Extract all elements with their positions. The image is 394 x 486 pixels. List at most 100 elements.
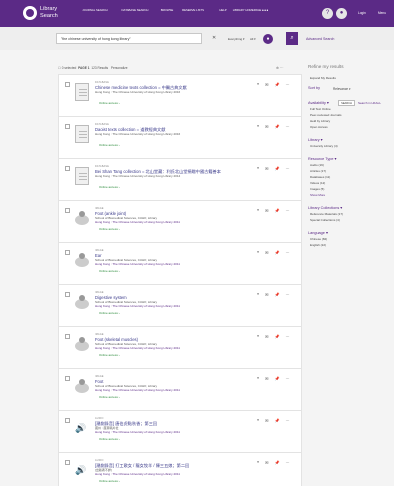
user-icon[interactable]: ● (336, 8, 347, 19)
result-card[interactable]: DATABASE Chinese medicine texts collectio… (58, 74, 302, 118)
result-checkbox[interactable] (65, 250, 70, 255)
facet-item[interactable]: Reference Materials (17) (310, 212, 343, 216)
facet-heading[interactable]: Availability ▾ (308, 100, 329, 105)
online-access-link[interactable]: Online access › (99, 185, 120, 189)
result-publisher[interactable]: Hong Kong : The Chinese University of Ho… (95, 430, 180, 434)
result-title[interactable]: Foot (ankle joint) (95, 211, 126, 216)
result-publisher[interactable]: Hong Kong : The Chinese University of Ho… (95, 346, 180, 350)
pin-icon[interactable]: 📌 (275, 208, 280, 213)
cite-icon[interactable]: ❝ (257, 124, 259, 129)
advanced-search-link[interactable]: Advanced Search (306, 37, 334, 41)
facet-heading[interactable]: Language ▾ (308, 230, 328, 235)
online-access-link[interactable]: Online access › (99, 269, 120, 273)
more-actions-icon[interactable]: ⋯ (286, 418, 290, 423)
select-all-checkbox[interactable]: ☐ (58, 66, 61, 70)
pin-icon[interactable]: 📌 (275, 124, 280, 129)
result-checkbox[interactable] (65, 334, 70, 339)
more-actions-icon[interactable]: ⋯ (286, 208, 290, 213)
result-card[interactable]: IMAGE Foot (ankle joint) School of Biomedi… (58, 200, 302, 244)
more-actions-icon[interactable]: ⋯ (286, 250, 290, 255)
result-card[interactable]: 🔊 AUDIO [潮劇錄音] 唐伯虎點秋香；第三回 廣州 : 廣東唱片社 Hong Ko… (58, 410, 302, 454)
facet-item[interactable]: Special Collections (4) (310, 218, 340, 222)
facet-item[interactable]: Articles (17) (310, 169, 326, 173)
personalize-toggle[interactable]: Personalize (111, 66, 128, 70)
more-actions-icon[interactable]: ⋯ (286, 124, 290, 129)
more-actions-icon[interactable]: ⋯ (286, 166, 290, 171)
result-card[interactable]: IMAGE Foot School of Biomedical Sciences, … (58, 368, 302, 412)
result-checkbox[interactable] (65, 292, 70, 297)
more-actions-icon[interactable]: ⋯ (286, 334, 290, 339)
pin-icon[interactable]: 📌 (275, 418, 280, 423)
online-access-link[interactable]: Online access › (99, 227, 120, 231)
pin-icon[interactable]: 📌 (275, 292, 280, 297)
facet-item[interactable]: Held by Library (310, 119, 330, 123)
email-icon[interactable]: ✉ (265, 82, 268, 87)
pin-icon[interactable]: 📌 (275, 376, 280, 381)
result-checkbox[interactable] (65, 166, 70, 171)
online-access-link[interactable]: Online access › (99, 143, 120, 147)
result-checkbox[interactable] (65, 124, 70, 129)
result-publisher[interactable]: Hong Kong : The Chinese University of Ho… (95, 472, 180, 476)
result-checkbox[interactable] (65, 418, 70, 423)
cuhk-logo-icon[interactable] (23, 6, 37, 20)
nav-library-homepage[interactable]: LIBRARY HOMEPAGE (232, 8, 262, 12)
cite-icon[interactable]: ❝ (257, 292, 259, 297)
microphone-icon[interactable]: ● (263, 34, 273, 44)
cite-icon[interactable]: ❝ (257, 82, 259, 87)
online-access-link[interactable]: Online access › (99, 353, 120, 357)
facet-item[interactable]: Audio (19) (310, 163, 324, 167)
online-access-link[interactable]: Online access › (99, 101, 120, 105)
facet-item[interactable]: Full Text Online (310, 107, 331, 111)
result-title[interactable]: Ear (95, 253, 102, 258)
cite-icon[interactable]: ❝ (257, 208, 259, 213)
result-card[interactable]: DATABASE Daoist texts collection = 道教經典文獻… (58, 116, 302, 160)
search-hkall-link[interactable]: Search in HKALL (358, 101, 381, 105)
facet-item[interactable]: English (22) (310, 243, 326, 247)
brand-logo-text[interactable]: Library Search (40, 6, 58, 19)
result-publisher[interactable]: Hong Kong : The Chinese University of Ho… (95, 220, 180, 224)
cite-icon[interactable]: ❝ (257, 166, 259, 171)
facet-heading[interactable]: Library ▾ (308, 137, 323, 142)
more-actions-icon[interactable]: ⋯ (286, 82, 290, 87)
result-card[interactable]: IMAGE Foot (skeletal muscles) School of Bi… (58, 326, 302, 370)
email-icon[interactable]: ✉ (265, 166, 268, 171)
nav-more-icon[interactable]: ••• (262, 8, 269, 14)
result-card[interactable]: IMAGE Ear School of Biomedical Sciences, C… (58, 242, 302, 286)
clear-search-icon[interactable]: ✕ (212, 35, 216, 41)
result-checkbox[interactable] (65, 208, 70, 213)
online-access-link[interactable]: Online access › (99, 479, 120, 483)
facet-item[interactable]: Peer-reviewed Journals (310, 113, 342, 117)
online-access-link[interactable]: Online access › (99, 437, 120, 441)
field-select[interactable]: All ▾ (250, 37, 256, 41)
more-actions-icon[interactable]: ⋯ (286, 460, 290, 465)
more-actions-icon[interactable]: ⋯ (286, 376, 290, 381)
nav-database-search[interactable]: DATABASE SEARCH (120, 8, 150, 12)
cite-icon[interactable]: ❝ (257, 460, 259, 465)
facet-item[interactable]: Databases (11) (310, 175, 330, 179)
email-icon[interactable]: ✉ (265, 292, 268, 297)
result-publisher[interactable]: Hong Kong : The Chinese University of Ho… (95, 304, 180, 308)
facet-item[interactable]: Chinese (84) (310, 237, 327, 241)
search-input[interactable]: "the chinese university of hong kong lib… (56, 33, 202, 44)
email-icon[interactable]: ✉ (265, 460, 268, 465)
nav-journal-search[interactable]: JOURNAL SEARCH (80, 8, 110, 12)
nav-reserve-lists[interactable]: RESERVE LISTS (178, 8, 208, 12)
pin-icon[interactable]: 📌 (275, 166, 280, 171)
sort-select[interactable]: Relevance ▾ (333, 87, 351, 91)
result-publisher[interactable]: Hong Kong : The Chinese University of Ho… (95, 388, 180, 392)
result-card[interactable]: IMAGE Digestive system School of Biomedica… (58, 284, 302, 328)
result-checkbox[interactable] (65, 82, 70, 87)
online-access-link[interactable]: Online access › (99, 311, 120, 315)
pin-icon[interactable]: 📌 (275, 460, 280, 465)
toolbar-actions-icon[interactable]: ⊕ ⋯ (276, 66, 284, 70)
expand-results-toggle[interactable]: Expand My Results (310, 76, 336, 80)
cite-icon[interactable]: ❝ (257, 250, 259, 255)
cite-icon[interactable]: ❝ (257, 376, 259, 381)
cite-icon[interactable]: ❝ (257, 334, 259, 339)
login-link[interactable]: Login (358, 11, 366, 15)
cite-icon[interactable]: ❝ (257, 418, 259, 423)
email-icon[interactable]: ✉ (265, 124, 268, 129)
facet-item[interactable]: Images (5) (310, 187, 324, 191)
result-title[interactable]: Foot (skeletal muscles) (95, 337, 138, 342)
result-publisher[interactable]: Hong Kong : The Chinese University of Ho… (95, 262, 180, 266)
